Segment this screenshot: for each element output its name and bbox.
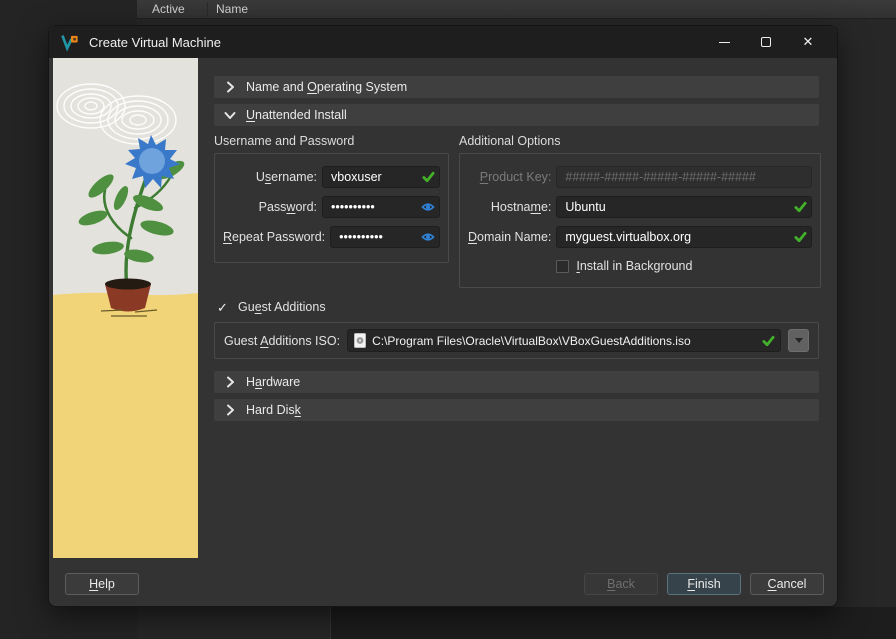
group-additional-options: Additional Options Product Key: Hostname…: [459, 134, 821, 288]
dropdown-arrow-icon: [795, 338, 803, 343]
maximize-button[interactable]: [745, 28, 787, 56]
password-label: Password:: [223, 200, 322, 214]
hostname-label: Hostname:: [468, 200, 556, 214]
hostname-input[interactable]: [556, 196, 812, 218]
column-header-name[interactable]: Name: [216, 2, 248, 16]
domain-name-label: Domain Name:: [468, 230, 556, 244]
reveal-password-eye-icon[interactable]: [421, 201, 435, 213]
install-in-background-checkbox[interactable]: [556, 260, 569, 273]
iso-dropdown-button[interactable]: [788, 329, 809, 352]
domain-name-input[interactable]: [556, 226, 812, 248]
help-button[interactable]: Help: [65, 573, 139, 595]
section-label: Unattended Install: [246, 108, 347, 122]
finish-button[interactable]: Finish: [667, 573, 741, 595]
install-in-background-label: Install in Background: [576, 259, 692, 273]
valid-check-icon: [762, 335, 775, 347]
titlebar: Create Virtual Machine ✕: [49, 26, 837, 58]
guest-additions-iso-field[interactable]: C:\Program Files\Oracle\VirtualBox\VBoxG…: [347, 329, 781, 352]
section-unattended-install[interactable]: Unattended Install: [214, 104, 819, 126]
group-username-password: Username and Password Username: Password…: [214, 134, 449, 288]
guest-additions-checkbox-row: ✓ Guest Additions: [214, 300, 819, 314]
guest-additions-checkbox[interactable]: ✓: [217, 301, 232, 314]
section-label: Hardware: [246, 375, 300, 389]
maximize-icon: [761, 37, 771, 47]
valid-check-icon: [794, 201, 807, 213]
dialog-button-bar: Help Back Finish Cancel: [49, 562, 837, 606]
valid-check-icon: [422, 171, 435, 183]
wizard-content: Name and Operating System Unattended Ins…: [214, 58, 819, 427]
repeat-password-label: Repeat Password:: [223, 230, 330, 244]
chevron-right-icon: [214, 81, 246, 93]
group-title: Username and Password: [214, 134, 449, 148]
iso-file-icon: [354, 333, 366, 348]
chevron-right-icon: [214, 376, 246, 388]
valid-check-icon: [794, 231, 807, 243]
column-separator: [207, 2, 208, 17]
section-name-and-os[interactable]: Name and Operating System: [214, 76, 819, 98]
back-button[interactable]: Back: [584, 573, 658, 595]
create-vm-dialog: Create Virtual Machine ✕: [48, 25, 838, 607]
guest-additions-iso-group: Guest Additions ISO: C:\Program Files\Or…: [214, 322, 819, 359]
background-panel-divider: [330, 607, 896, 639]
cancel-button[interactable]: Cancel: [750, 573, 824, 595]
group-title: Additional Options: [459, 134, 821, 148]
section-hardware[interactable]: Hardware: [214, 371, 819, 393]
minimize-icon: [719, 42, 730, 43]
minimize-button[interactable]: [703, 28, 745, 56]
username-label: Username:: [223, 170, 322, 184]
section-label: Hard Disk: [246, 403, 301, 417]
wizard-illustration: [53, 58, 198, 558]
section-hard-disk[interactable]: Hard Disk: [214, 399, 819, 421]
close-button[interactable]: ✕: [787, 28, 829, 56]
dialog-title: Create Virtual Machine: [89, 35, 703, 50]
iso-path-text: C:\Program Files\Oracle\VirtualBox\VBoxG…: [372, 334, 691, 348]
chevron-down-icon: [214, 109, 246, 121]
reveal-password-eye-icon[interactable]: [421, 231, 435, 243]
product-key-label: Product Key:: [468, 170, 556, 184]
product-key-input: [556, 166, 812, 188]
column-header-active[interactable]: Active: [137, 2, 207, 16]
guest-additions-label: Guest Additions: [238, 300, 326, 314]
virtualbox-logo-icon: [61, 33, 80, 52]
guest-additions-iso-label: Guest Additions ISO:: [224, 334, 340, 348]
chevron-right-icon: [214, 404, 246, 416]
section-label: Name and Operating System: [246, 80, 407, 94]
background-table-header: Active Name: [137, 0, 896, 19]
